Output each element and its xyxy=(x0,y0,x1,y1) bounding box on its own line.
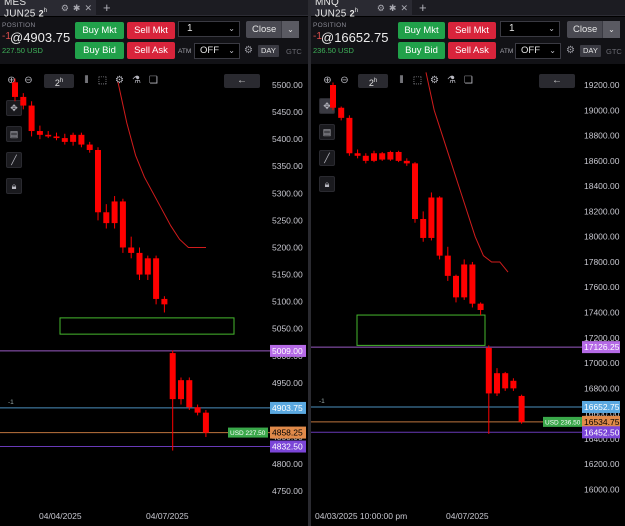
date-axis-label: 04/07/2025 xyxy=(146,511,189,521)
candle-body xyxy=(45,134,52,137)
candle-body xyxy=(428,197,435,238)
price-tick-label: 17800.00 xyxy=(584,257,620,267)
date-axis-label: 04/04/2025 xyxy=(39,511,82,521)
price-tick-label: 18600.00 xyxy=(584,156,620,166)
price-tick-label: 18400.00 xyxy=(584,181,620,191)
entry-price-tag: 4903.75 xyxy=(272,403,303,413)
upper-level-tag: 17126.25 xyxy=(584,342,620,352)
candle-body xyxy=(119,201,126,248)
price-tick-label: 16200.00 xyxy=(584,459,620,469)
price-tick-label: 5100.00 xyxy=(272,297,303,307)
candle-body xyxy=(86,144,93,150)
candle-body xyxy=(186,380,193,408)
price-tick-label: 16800.00 xyxy=(584,383,620,393)
candle-body xyxy=(420,218,427,238)
candle-body xyxy=(469,264,476,304)
price-tick-label: 5200.00 xyxy=(272,242,303,252)
price-tick-label: 5300.00 xyxy=(272,188,303,198)
price-tick-label: 5450.00 xyxy=(272,107,303,117)
price-tick-label: 18000.00 xyxy=(584,232,620,242)
candle-body xyxy=(518,395,525,422)
date-axis-label: 04/07/2025 xyxy=(446,511,489,521)
candle-body xyxy=(346,117,353,154)
price-tick-label: 17400.00 xyxy=(584,308,620,318)
candle-body xyxy=(136,252,143,275)
price-tick-label: 16000.00 xyxy=(584,484,620,494)
price-tick-label: 5050.00 xyxy=(272,324,303,334)
candle-body xyxy=(20,96,27,106)
entry-price-tag: 16652.75 xyxy=(584,402,620,412)
candle-body xyxy=(144,258,151,275)
price-tick-label: 5250.00 xyxy=(272,215,303,225)
candle-body xyxy=(111,201,118,224)
candle-body xyxy=(395,151,402,161)
candle-body xyxy=(70,134,77,142)
price-tick-label: 5150.00 xyxy=(272,270,303,280)
candle-body xyxy=(371,153,377,161)
lower-level-tag: 16452.50 xyxy=(584,427,620,437)
price-chart[interactable]: 5500.00 5450.00 5400.00 5350.00 5300.00 5250.… xyxy=(0,0,308,526)
supply-zone-box xyxy=(356,314,486,346)
current-price-tag: 4858.25 xyxy=(272,428,303,438)
price-tick-label: 4950.00 xyxy=(272,378,303,388)
price-tick-label: 17600.00 xyxy=(584,282,620,292)
pnl-tag: USD 236.50 xyxy=(545,419,581,426)
candle-body xyxy=(103,212,110,224)
candle-body xyxy=(453,275,459,298)
price-tick-label: 18200.00 xyxy=(584,206,620,216)
candle-body xyxy=(61,138,68,142)
candle-body xyxy=(354,153,361,156)
candle-body xyxy=(444,255,451,276)
chart-panel-mnq: MNQ JUN25 2h ⚙ ✱ ✕ + POSITION -1 @16652.… xyxy=(311,0,625,526)
price-tick-label: 4750.00 xyxy=(272,486,303,496)
candle-body xyxy=(510,380,517,389)
price-tick-label: 5500.00 xyxy=(272,80,303,90)
candle-body xyxy=(78,134,85,145)
candle-body xyxy=(194,407,201,413)
price-chart[interactable]: 19200.00 19000.00 18800.00 18600.00 18400.00… xyxy=(311,0,625,526)
candle-body xyxy=(403,160,410,164)
lower-level-tag: 4832.50 xyxy=(272,442,303,452)
candle-body xyxy=(202,412,209,433)
candle-body xyxy=(95,149,101,213)
current-price-tag: 16534.75 xyxy=(584,417,620,427)
candle-body xyxy=(436,197,443,256)
candle-body xyxy=(461,264,468,298)
candle-body xyxy=(178,380,184,400)
candle-body xyxy=(12,82,18,97)
pnl-tag: USD 227.50 xyxy=(230,430,266,437)
candle-body xyxy=(502,373,509,389)
upper-level-tag: 5009.00 xyxy=(272,346,303,356)
entry-qty-marker: -1 xyxy=(319,398,325,405)
price-tick-label: 5400.00 xyxy=(272,134,303,144)
candle-body xyxy=(387,151,394,160)
price-tick-label: 4800.00 xyxy=(272,459,303,469)
candle-body xyxy=(128,247,135,253)
candle-body xyxy=(477,303,484,310)
candle-body xyxy=(161,298,168,305)
candle-body xyxy=(494,373,500,394)
price-tick-label: 5350.00 xyxy=(272,161,303,171)
price-tick-label: 17000.00 xyxy=(584,358,620,368)
moving-average-line xyxy=(117,82,206,248)
candle-body xyxy=(153,258,160,299)
candle-body xyxy=(169,353,176,400)
date-axis-label: 04/03/2025 10:00:00 pm xyxy=(315,511,407,521)
price-tick-label: 18800.00 xyxy=(584,131,620,141)
candle-body xyxy=(338,107,345,118)
candle-body xyxy=(53,136,60,139)
chart-panel-mes: MES JUN25 2h ⚙ ✱ ✕ + POSITION -1 @4903.7… xyxy=(0,0,308,526)
candle-body xyxy=(412,163,418,219)
candle-body xyxy=(330,85,336,108)
price-tick-label: 19200.00 xyxy=(584,80,620,90)
price-tick-label: 19000.00 xyxy=(584,105,620,115)
candle-body xyxy=(362,155,369,161)
candle-body xyxy=(485,347,492,394)
entry-qty-marker: -1 xyxy=(8,399,14,406)
candle-body xyxy=(379,153,386,160)
candle-body xyxy=(36,131,43,135)
candle-body xyxy=(28,105,35,132)
supply-zone-box xyxy=(59,317,235,335)
